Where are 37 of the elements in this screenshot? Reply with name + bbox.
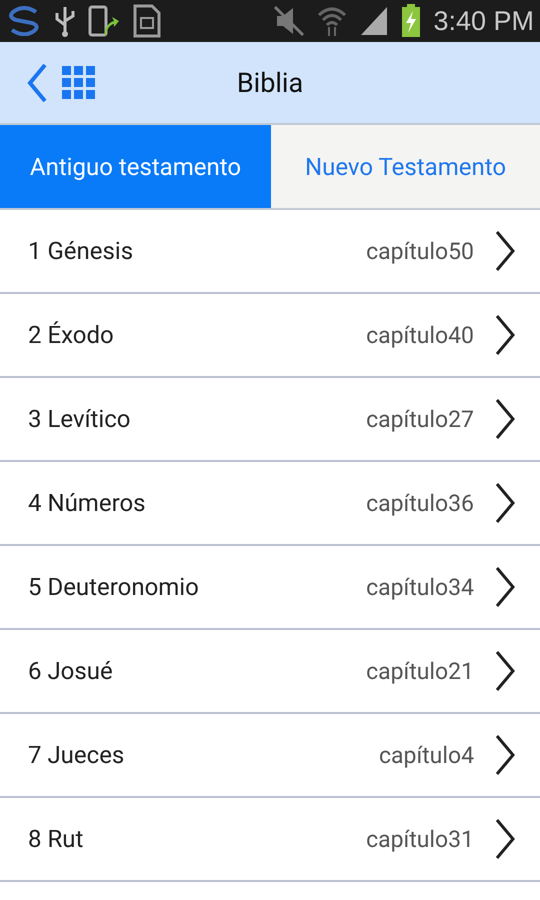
chapter-count: capítulo27	[366, 406, 474, 432]
chapter-count: capítulo21	[366, 658, 474, 684]
chevron-right-icon	[494, 314, 516, 356]
chapter-count: capítulo34	[366, 574, 474, 600]
book-name: 7 Jueces	[28, 741, 126, 769]
book-name: 8 Rut	[28, 825, 84, 853]
chevron-right-icon	[494, 734, 516, 776]
chapter-count: capítulo40	[366, 322, 474, 348]
chevron-right-icon	[494, 650, 516, 692]
chevron-right-icon	[494, 398, 516, 440]
book-name: 4 Números	[28, 489, 147, 517]
battery-charging-icon	[401, 4, 422, 38]
chapter-count: capítulo50	[366, 238, 474, 264]
book-name: 1 Génesis	[28, 237, 134, 265]
sd-card-icon	[132, 4, 162, 38]
signal-icon	[359, 5, 390, 37]
chapter-count: capítulo31	[366, 826, 474, 852]
book-name: 6 Josué	[28, 657, 114, 685]
wifi-icon	[317, 5, 348, 37]
chevron-right-icon	[494, 818, 516, 860]
chapter-count: capítulo4	[379, 742, 474, 768]
tab[interactable]: Antiguo testamento	[0, 125, 271, 208]
usb-icon	[54, 5, 76, 37]
chevron-right-icon	[494, 482, 516, 524]
clock: 3:40 PM	[433, 6, 534, 36]
chevron-right-icon	[494, 566, 516, 608]
book-name: 5 Deuteronomio	[28, 573, 200, 601]
tab[interactable]: Nuevo Testamento	[271, 125, 540, 208]
back-icon[interactable]	[26, 62, 48, 102]
mute-icon	[273, 5, 306, 37]
chevron-right-icon	[494, 230, 516, 272]
chapter-count: capítulo36	[366, 490, 474, 516]
book-name: 2 Éxodo	[28, 321, 115, 349]
phone-transfer-icon	[88, 5, 120, 37]
grid-menu-icon[interactable]	[62, 66, 96, 100]
page-title: Biblia	[236, 66, 304, 98]
book-name: 3 Levítico	[28, 405, 132, 433]
